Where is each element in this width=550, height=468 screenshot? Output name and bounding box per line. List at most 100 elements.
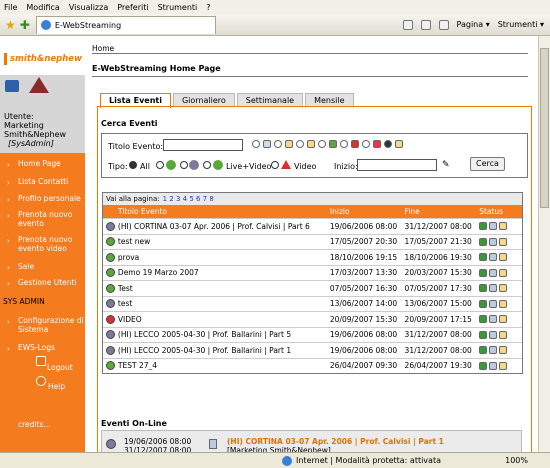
breadcrumb[interactable]: Home (92, 44, 114, 53)
menu-item[interactable]: Modifica (26, 3, 59, 12)
details-icon[interactable] (489, 268, 498, 277)
event-title-cell[interactable]: (HI) LECCO 2005-04-30 | Prof. Ballarini … (118, 330, 330, 339)
sidebar-nav-item[interactable]: Prenota nuovo evento (18, 210, 82, 228)
status-radio[interactable] (318, 140, 326, 148)
details-icon[interactable] (489, 253, 498, 262)
col-end[interactable]: Fine (405, 207, 480, 216)
edit-event-icon[interactable] (479, 237, 488, 246)
logout-link[interactable]: Logout (47, 363, 73, 372)
event-title-cell[interactable]: Demo 19 Marzo 2007 (118, 268, 330, 277)
edit-event-icon[interactable] (479, 315, 488, 324)
details-icon[interactable] (489, 284, 498, 293)
status-radio-selected[interactable] (384, 140, 392, 148)
tools-menu-button[interactable]: Strumenti ▾ (498, 20, 544, 29)
edit-event-icon[interactable] (479, 361, 488, 370)
title-input[interactable] (163, 139, 243, 151)
event-title-cell[interactable]: (HI) LECCO 2005-04-30 | Prof. Ballarini … (118, 346, 330, 355)
table-row[interactable]: test 13/06/2007 14:00 13/06/2007 15:00 (103, 295, 522, 312)
table-row[interactable]: Demo 19 Marzo 2007 17/03/2007 13:30 20/03/… (103, 264, 522, 281)
sidebar-nav-item[interactable]: Prenota nuovo evento video (18, 235, 82, 253)
details-icon[interactable] (489, 330, 498, 339)
table-row[interactable]: (HI) LECCO 2005-04-30 | Prof. Ballarini … (103, 326, 522, 343)
sidebar-nav-item[interactable]: Lista Contatti (18, 177, 82, 186)
menu-item[interactable]: ? (206, 3, 210, 12)
tab-giornaliero[interactable]: Giornaliero (172, 93, 235, 107)
status-radio[interactable] (252, 140, 260, 148)
calendar-icon[interactable]: ✎ (442, 160, 450, 170)
favorites-star-icon[interactable]: ★ (5, 18, 16, 32)
zoom-level[interactable]: 100% (505, 456, 528, 465)
col-start[interactable]: Inizio (330, 207, 405, 216)
edit-event-icon[interactable] (479, 268, 488, 277)
sidebar-admin-item[interactable]: EWS-Logs (18, 343, 84, 352)
files-icon[interactable] (499, 222, 508, 231)
browser-tab[interactable]: E-WebStreaming (35, 15, 216, 34)
files-icon[interactable] (499, 330, 508, 339)
edit-event-icon[interactable] (479, 299, 488, 308)
table-row[interactable]: prova 18/10/2006 19:15 18/10/2006 19:30 (103, 249, 522, 265)
event-title-cell[interactable]: test new (118, 237, 330, 246)
page-menu-button[interactable]: Pagina ▾ (457, 20, 490, 29)
add-favorite-icon[interactable]: ✚ (20, 18, 30, 32)
files-icon[interactable] (499, 299, 508, 308)
online-event-title[interactable]: (HI) CORTINA 03-07 Apr. 2006 | Prof. Cal… (227, 437, 444, 446)
logout-icon[interactable] (36, 356, 46, 366)
details-icon[interactable] (489, 346, 498, 355)
sidebar-nav-item[interactable]: Profilo personale (18, 194, 82, 203)
edit-event-icon[interactable] (479, 330, 488, 339)
menu-item[interactable]: File (4, 3, 17, 12)
event-title-cell[interactable]: VIDEO (118, 315, 330, 324)
start-date-input[interactable] (357, 159, 437, 171)
sidebar-admin-item[interactable]: Configurazione di Sistema (18, 316, 84, 334)
event-title-cell[interactable]: Test (118, 284, 330, 293)
status-radio[interactable] (340, 140, 348, 148)
table-row[interactable]: TEST 27_4 26/04/2007 09:30 26/04/2007 19:3… (103, 357, 522, 374)
event-title-cell[interactable]: prova (118, 253, 330, 262)
event-title-cell[interactable]: TEST 27_4 (118, 361, 330, 370)
vertical-scrollbar[interactable] (538, 36, 550, 452)
type-all-radio[interactable] (129, 161, 137, 169)
edit-event-icon[interactable] (479, 253, 488, 262)
files-icon[interactable] (499, 237, 508, 246)
files-icon[interactable] (499, 315, 508, 324)
event-title-cell[interactable]: test (118, 299, 330, 308)
pagination-links[interactable]: 1 2 3 4 5 6 7 8 (163, 195, 214, 203)
help-icon[interactable] (36, 376, 46, 386)
files-icon[interactable] (499, 284, 508, 293)
tab-mensile[interactable]: Mensile (305, 93, 354, 107)
edit-event-icon[interactable] (479, 284, 488, 293)
sidebar-nav-item[interactable]: Gestione Utenti (18, 278, 82, 287)
table-row[interactable]: (HI) LECCO 2005-04-30 | Prof. Ballarini … (103, 342, 522, 358)
search-button[interactable]: Cerca (470, 157, 505, 171)
print-icon[interactable] (438, 19, 449, 30)
status-radio[interactable] (362, 140, 370, 148)
help-link[interactable]: Help (48, 382, 65, 391)
home-icon[interactable] (402, 19, 413, 30)
table-row[interactable]: (HI) CORTINA 03-07 Apr. 2006 | Prof. Cal… (103, 218, 522, 234)
sidebar-nav-item[interactable]: Home Page (18, 159, 82, 168)
edit-event-icon[interactable] (479, 346, 488, 355)
menu-item[interactable]: Strumenti (158, 3, 198, 12)
menu-item[interactable]: Visualizza (69, 3, 108, 12)
col-title[interactable]: Titolo Evento (118, 207, 330, 216)
edit-event-icon[interactable] (479, 222, 488, 231)
type-videoonly-radio[interactable] (271, 161, 279, 169)
details-icon[interactable] (489, 361, 498, 370)
status-radio[interactable] (296, 140, 304, 148)
details-icon[interactable] (489, 299, 498, 308)
menu-item[interactable]: Preferiti (117, 3, 148, 12)
details-icon[interactable] (489, 237, 498, 246)
credits-link[interactable]: credits... (18, 420, 51, 429)
files-icon[interactable] (499, 361, 508, 370)
type-video-radio[interactable] (180, 161, 188, 169)
details-icon[interactable] (489, 222, 498, 231)
type-livevideo-radio[interactable] (203, 161, 211, 169)
details-icon[interactable] (489, 315, 498, 324)
table-row[interactable]: Test 07/05/2007 16:30 07/05/2007 17:30 (103, 280, 522, 296)
event-title-cell[interactable]: (HI) CORTINA 03-07 Apr. 2006 | Prof. Cal… (118, 222, 330, 231)
files-icon[interactable] (499, 346, 508, 355)
feeds-icon[interactable] (420, 19, 431, 30)
table-row[interactable]: test new 17/05/2007 20:30 17/05/2007 21:30 (103, 233, 522, 250)
tab-settimanale[interactable]: Settimanale (236, 93, 304, 107)
type-live-radio[interactable] (156, 161, 164, 169)
